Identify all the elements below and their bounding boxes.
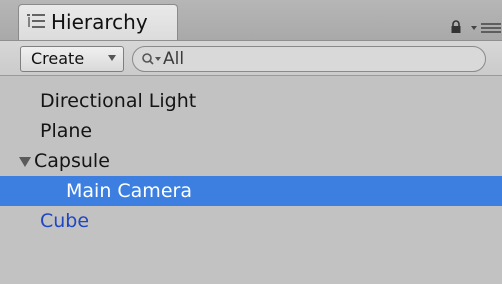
tree-item-label: Capsule	[34, 150, 110, 172]
tree-item-label: Main Camera	[66, 180, 192, 202]
search-input[interactable]	[163, 49, 463, 69]
tree-item-label: Directional Light	[40, 90, 197, 112]
tab-title: Hierarchy	[51, 10, 148, 34]
search-icon[interactable]	[141, 52, 163, 66]
tree-item-plane[interactable]: Plane	[0, 116, 502, 146]
tree-item-directional-light[interactable]: Directional Light	[0, 86, 502, 116]
search-box[interactable]	[132, 46, 486, 72]
expand-arrow-icon[interactable]	[18, 156, 32, 168]
tree-item-capsule[interactable]: Capsule	[0, 146, 502, 176]
hierarchy-tree: Directional Light Plane Capsule Main Cam…	[0, 76, 502, 264]
tab-hierarchy[interactable]: Hierarchy	[18, 4, 178, 40]
list-icon	[27, 14, 45, 28]
tree-item-label: Cube	[40, 210, 90, 232]
tree-item-main-camera[interactable]: Main Camera	[0, 176, 502, 206]
tree-item-cube[interactable]: Cube	[0, 206, 502, 236]
lock-icon[interactable]	[450, 20, 462, 34]
create-dropdown-button[interactable]: Create	[20, 46, 124, 72]
panel-menu-icon[interactable]	[470, 22, 502, 34]
create-label: Create	[31, 49, 85, 68]
hierarchy-toolbar: Create	[0, 40, 502, 76]
tree-item-label: Plane	[40, 120, 93, 142]
chevron-down-icon	[108, 55, 116, 61]
panel-bottom	[0, 264, 502, 284]
tab-bar: Hierarchy	[0, 0, 502, 40]
